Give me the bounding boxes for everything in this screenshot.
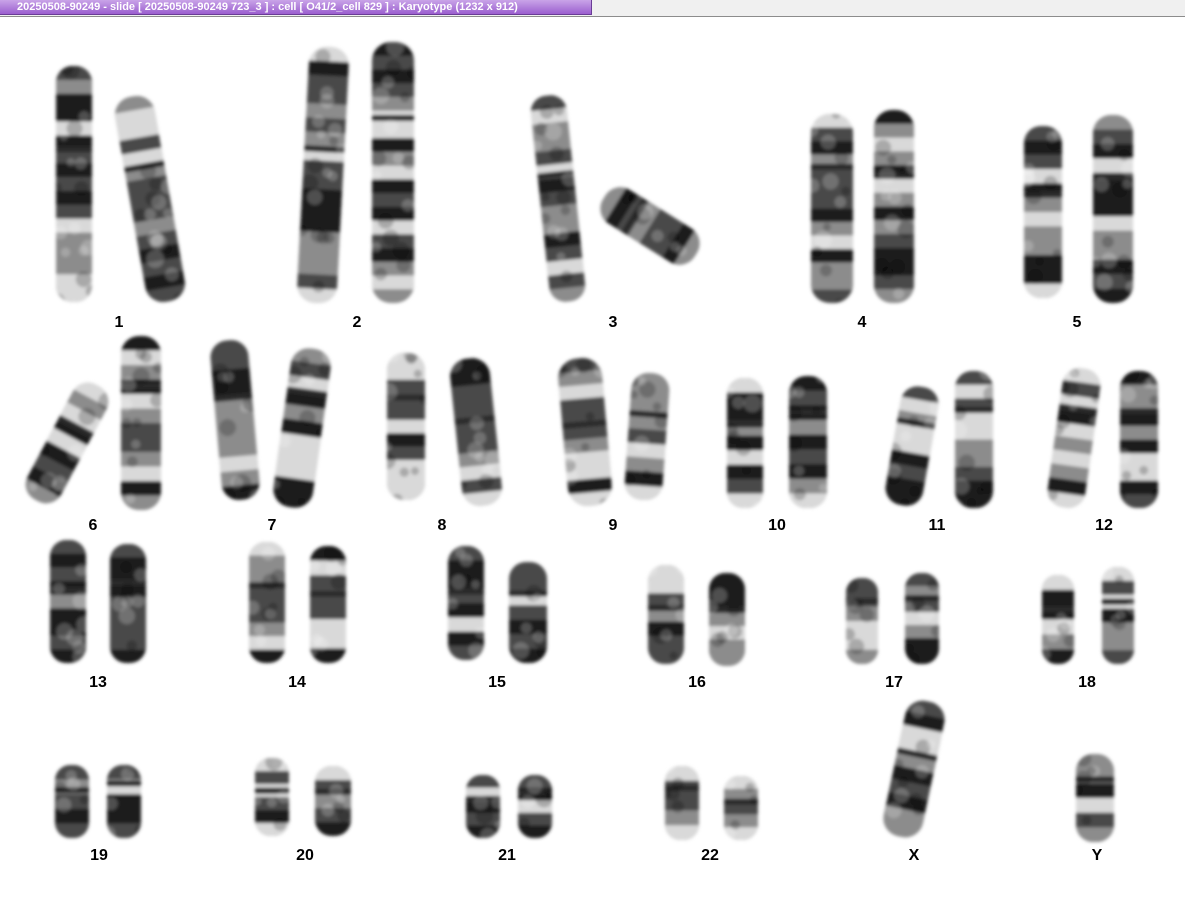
chromosome-13-chromatid-2[interactable] (110, 544, 147, 664)
window-title-bar: 20250508-90249 - slide [ 20250508-90249 … (0, 0, 1185, 17)
chromosome-label-4: 4 (858, 314, 867, 331)
chromosome-12-chromatid-1[interactable] (1041, 365, 1108, 511)
chromosome-label-19: 19 (90, 847, 108, 864)
chromosome-15-chromatid-1[interactable] (447, 546, 487, 661)
chromosome-label-13: 13 (89, 674, 107, 691)
chromosome-13-chromatid-1[interactable] (50, 540, 92, 664)
chromosome-3-chromatid-1[interactable] (527, 93, 591, 304)
chromosome-18-chromatid-1[interactable] (1035, 575, 1077, 665)
chromosome-5-chromatid-2[interactable] (1091, 115, 1138, 304)
karyogram-canvas: 1 2 3 4 56 7 8 9 10 11 1213 14 15 16 17 1819 20 21 22 X Y (17, 38, 1161, 864)
chromosome-7-chromatid-1[interactable] (209, 338, 269, 507)
chromosome-label-8: 8 (438, 517, 447, 534)
chromosome-4-chromatid-2[interactable] (874, 110, 918, 304)
chromosome-label-14: 14 (288, 674, 306, 691)
chromosome-label-20: 20 (296, 847, 314, 864)
chromosome-8-chromatid-1[interactable] (379, 347, 429, 505)
chromosome-label-1: 1 (115, 314, 124, 331)
chromosome-label-15: 15 (488, 674, 506, 691)
chromosome-11-chromatid-1[interactable] (875, 382, 948, 512)
chromosome-16-chromatid-1[interactable] (642, 561, 691, 665)
chromosome-18-chromatid-2[interactable] (1099, 565, 1140, 665)
chromosome-16-chromatid-2[interactable] (703, 573, 745, 667)
chromosome-9-chromatid-2[interactable] (621, 371, 671, 502)
chromosome-label-X: X (909, 847, 920, 864)
chromosome-10-chromatid-2[interactable] (783, 373, 827, 508)
chromosome-11-chromatid-2[interactable] (947, 362, 999, 515)
chromosome-4-chromatid-1[interactable] (804, 110, 859, 307)
chromosome-label-11: 11 (929, 517, 946, 534)
chromosome-9-chromatid-1[interactable] (550, 355, 620, 511)
chromosome-label-18: 18 (1078, 674, 1096, 691)
chromosome-20-chromatid-2[interactable] (315, 766, 351, 837)
chromosome-5-chromatid-1[interactable] (1017, 126, 1063, 299)
chromosome-2-chromatid-2[interactable] (368, 38, 420, 303)
chromosome-22-chromatid-1[interactable] (661, 762, 699, 841)
chromosome-label-Y: Y (1092, 847, 1103, 864)
chromosome-2-chromatid-1[interactable] (292, 46, 353, 305)
chromosome-label-22: 22 (701, 847, 719, 864)
chromosome-label-9: 9 (609, 517, 618, 534)
chromosome-6-chromatid-1[interactable] (17, 376, 120, 513)
chromosome-label-17: 17 (885, 674, 903, 691)
chromosome-label-5: 5 (1073, 314, 1082, 331)
chromosome-19-chromatid-2[interactable] (99, 756, 144, 842)
chromosome-Y-chromatid-1[interactable] (1073, 750, 1114, 842)
chromosome-17-chromatid-1[interactable] (843, 578, 878, 665)
chromosome-14-chromatid-2[interactable] (308, 545, 347, 663)
chromosome-14-chromatid-1[interactable] (246, 542, 287, 664)
chromosome-label-10: 10 (768, 517, 786, 534)
chromosome-1-chromatid-2[interactable] (112, 92, 196, 311)
chromosome-12-chromatid-2[interactable] (1115, 365, 1161, 508)
chromosome-label-3: 3 (609, 314, 618, 331)
chromosome-6-chromatid-2[interactable] (119, 336, 164, 511)
chromosome-label-21: 21 (498, 847, 516, 864)
chromosome-X-chromatid-1[interactable] (878, 697, 948, 841)
chromosome-20-chromatid-1[interactable] (253, 753, 291, 836)
chromosome-21-chromatid-2[interactable] (518, 775, 558, 839)
chromosome-8-chromatid-2[interactable] (445, 352, 506, 508)
chromosome-10-chromatid-1[interactable] (722, 378, 767, 510)
chromosome-label-12: 12 (1095, 517, 1113, 534)
chromosome-label-16: 16 (688, 674, 706, 691)
chromosome-7-chromatid-2[interactable] (265, 342, 340, 515)
chromosome-22-chromatid-2[interactable] (724, 776, 758, 841)
chromosome-label-2: 2 (353, 314, 362, 331)
chromosome-label-7: 7 (268, 517, 277, 534)
chromosome-label-6: 6 (89, 517, 98, 534)
window-title-tab[interactable]: 20250508-90249 - slide [ 20250508-90249 … (0, 0, 592, 15)
chromosome-19-chromatid-1[interactable] (54, 765, 89, 839)
chromosome-21-chromatid-1[interactable] (466, 775, 504, 844)
chromosome-17-chromatid-2[interactable] (904, 573, 944, 667)
chromosome-3-chromatid-2[interactable] (593, 180, 707, 272)
chromosome-15-chromatid-2[interactable] (509, 562, 549, 664)
chromosome-1-chromatid-1[interactable] (48, 62, 98, 311)
